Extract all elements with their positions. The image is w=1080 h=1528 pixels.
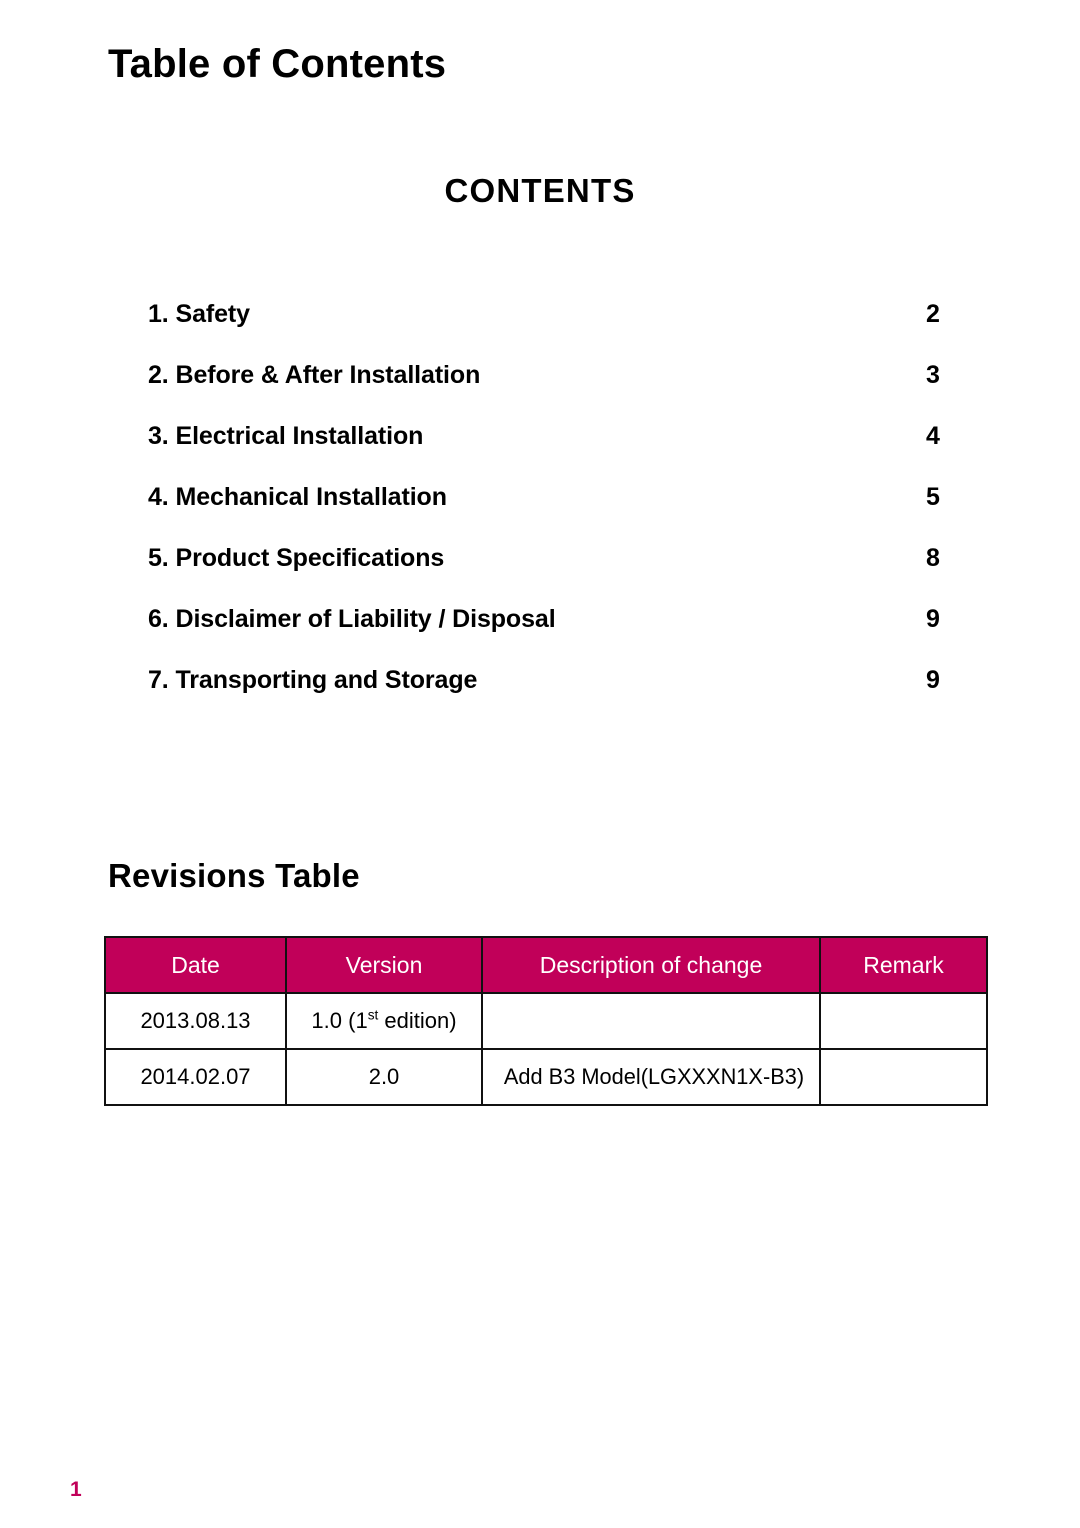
cell-date: 2014.02.07 (104, 1048, 287, 1106)
cell-remark (819, 992, 988, 1050)
toc-entry[interactable]: 7. Transporting and Storage 9 (148, 666, 966, 727)
toc-entry[interactable]: 3. Electrical Installation 4 (148, 422, 966, 483)
cell-version: 2.0 (285, 1048, 483, 1106)
toc-entry-label: 2. Before & After Installation (148, 361, 481, 389)
cell-version: 1.0 (1st edition) (285, 992, 483, 1050)
page-title: Table of Contents (108, 42, 447, 86)
toc-entry-page: 8 (926, 544, 940, 572)
cell-version-text: 2.0 (287, 1064, 481, 1090)
toc-entry-label: 5. Product Specifications (148, 544, 445, 572)
toc-entry-label: 1. Safety (148, 300, 250, 328)
cell-date-text: 2014.02.07 (140, 1064, 251, 1089)
table-header-row: Date Version Description of change Remar… (104, 936, 988, 994)
footer-page-number: 1 (70, 1478, 82, 1501)
column-header-remark: Remark (819, 936, 988, 994)
toc-entry[interactable]: 5. Product Specifications 8 (148, 544, 966, 605)
revisions-table: Date Version Description of change Remar… (104, 936, 988, 1106)
revisions-table-heading: Revisions Table (108, 857, 360, 894)
toc-entry[interactable]: 4. Mechanical Installation 5 (148, 483, 966, 544)
version-suffix: edition) (378, 1008, 457, 1033)
table-row: 2014.02.07 2.0 Add B3 Model(LGXXXN1X-B3) (104, 1048, 988, 1106)
cell-description-text: Add B3 Model(LGXXXN1X-B3) (503, 1064, 805, 1089)
toc-entry[interactable]: 2. Before & After Installation 3 (148, 361, 966, 422)
toc-entry-page: 4 (926, 422, 940, 450)
toc-entry-page: 2 (926, 300, 940, 328)
toc-entry-label: 7. Transporting and Storage (148, 666, 478, 694)
cell-date: 2013.08.13 (104, 992, 287, 1050)
version-ordinal-suffix: st (367, 1007, 379, 1023)
table-row: 2013.08.13 1.0 (1st edition) (104, 992, 988, 1050)
toc-entry-page: 9 (926, 666, 940, 694)
toc-entry-label: 6. Disclaimer of Liability / Disposal (148, 605, 556, 633)
column-header-date: Date (104, 936, 287, 994)
toc-entry-page: 9 (926, 605, 940, 633)
toc-entry-label: 3. Electrical Installation (148, 422, 424, 450)
version-prefix: 2.0 (368, 1064, 400, 1089)
cell-version-text: 1.0 (1st edition) (287, 1008, 481, 1034)
toc-entry-label: 4. Mechanical Installation (148, 483, 447, 511)
toc-entry-page: 3 (926, 361, 940, 389)
cell-remark (819, 1048, 988, 1106)
table-of-contents: 1. Safety 2 2. Before & After Installati… (148, 300, 966, 727)
cell-date-text: 2013.08.13 (140, 1008, 251, 1033)
toc-entry-page: 5 (926, 483, 940, 511)
contents-heading: CONTENTS (444, 172, 636, 209)
column-header-description: Description of change (481, 936, 821, 994)
cell-description: Add B3 Model(LGXXXN1X-B3) (481, 1048, 821, 1106)
revisions-table-wrapper: Date Version Description of change Remar… (104, 936, 988, 1106)
toc-entry[interactable]: 6. Disclaimer of Liability / Disposal 9 (148, 605, 966, 666)
column-header-version: Version (285, 936, 483, 994)
cell-description (481, 992, 821, 1050)
toc-entry[interactable]: 1. Safety 2 (148, 300, 966, 361)
version-prefix: 1.0 (1 (311, 1008, 368, 1033)
